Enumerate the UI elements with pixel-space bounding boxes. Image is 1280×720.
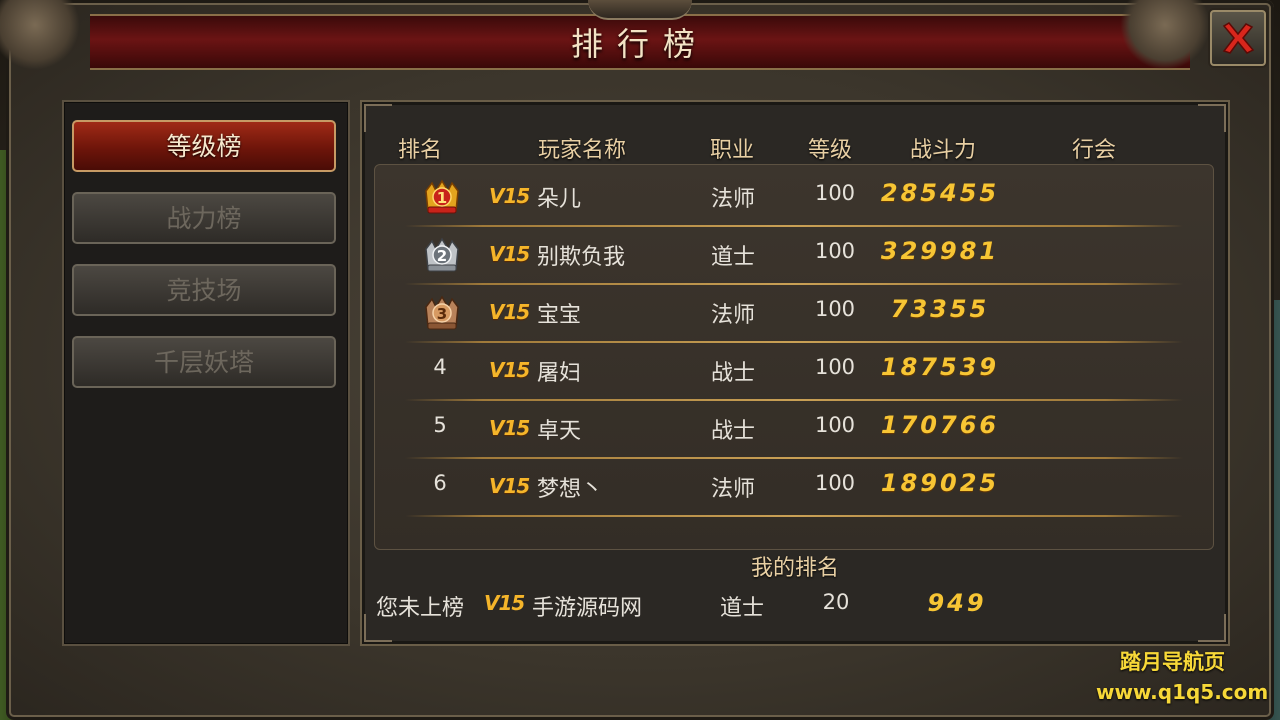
vip-badge: V15 bbox=[489, 416, 530, 440]
player-level: 100 bbox=[814, 239, 856, 263]
corner-fret bbox=[364, 104, 392, 132]
player-name: 梦想丶 bbox=[537, 477, 604, 502]
my-player-level: 20 bbox=[822, 590, 850, 614]
header-rank: 排名 bbox=[398, 138, 443, 163]
player-name: 朵儿 bbox=[537, 187, 582, 212]
bronze-medal-icon: 3 bbox=[425, 295, 459, 330]
silver-medal-icon: 2 bbox=[425, 237, 459, 272]
vip-badge: V15 bbox=[489, 474, 530, 498]
player-power: 187539 bbox=[880, 353, 1000, 381]
player-job: 战士 bbox=[710, 361, 755, 386]
player-level: 100 bbox=[814, 355, 856, 379]
gold-medal-icon: 1 bbox=[425, 179, 459, 214]
player-power: 170766 bbox=[880, 411, 1000, 439]
my-rank-row: 您未上榜 V15 手游源码网 道士 20 949 bbox=[362, 586, 1228, 626]
player-level: 100 bbox=[814, 471, 856, 495]
player-power: 329981 bbox=[880, 237, 1000, 265]
rank-number: 5 bbox=[433, 413, 447, 437]
my-player-name: 手游源码网 bbox=[532, 596, 643, 621]
rank-number: 6 bbox=[433, 471, 447, 495]
player-job: 法师 bbox=[710, 303, 755, 328]
watermark-title: 踏月导航页 bbox=[1120, 650, 1225, 674]
player-name: 屠妇 bbox=[537, 361, 582, 386]
my-player-job: 道士 bbox=[719, 596, 764, 621]
tab-level-ranking[interactable]: 等级榜 bbox=[72, 120, 336, 172]
player-power: 73355 bbox=[890, 295, 990, 323]
vip-badge: V15 bbox=[484, 591, 525, 615]
close-x-icon bbox=[1222, 22, 1255, 54]
player-power: 189025 bbox=[880, 469, 1000, 497]
header-level: 等级 bbox=[808, 138, 853, 163]
player-level: 100 bbox=[814, 297, 856, 321]
player-job: 道士 bbox=[710, 245, 755, 270]
vip-badge: V15 bbox=[489, 358, 530, 382]
header-guild: 行会 bbox=[1072, 138, 1117, 163]
vip-badge: V15 bbox=[489, 242, 530, 266]
category-sidebar: 等级榜 战力榜 竞技场 千层妖塔 bbox=[62, 100, 350, 646]
game-screen: 排行榜 等级榜 战力榜 竞技场 千层妖塔 排名 玩家名称 职业 等级 战斗力 行… bbox=[0, 0, 1280, 720]
my-player-power: 949 bbox=[927, 589, 987, 617]
svg-text:2: 2 bbox=[437, 247, 447, 265]
table-row[interactable]: 3 V15 宝宝 法师 100 73355 bbox=[375, 285, 1213, 343]
table-header: 排名 玩家名称 职业 等级 战斗力 行会 bbox=[362, 132, 1228, 164]
player-job: 法师 bbox=[710, 187, 755, 212]
header-job: 职业 bbox=[710, 138, 755, 163]
vip-badge: V15 bbox=[489, 184, 530, 208]
corner-fret bbox=[1198, 104, 1226, 132]
close-button[interactable] bbox=[1210, 10, 1266, 66]
table-row-partial[interactable] bbox=[375, 517, 1213, 549]
watermark-url: www.q1q5.com bbox=[1096, 680, 1269, 704]
table-row[interactable]: 6 V15 梦想丶 法师 100 189025 bbox=[375, 459, 1213, 517]
player-name: 别欺负我 bbox=[537, 245, 626, 270]
player-job: 战士 bbox=[710, 419, 755, 444]
player-level: 100 bbox=[814, 413, 856, 437]
window-title: 排行榜 bbox=[570, 25, 709, 63]
player-name: 宝宝 bbox=[537, 303, 582, 328]
header-player-name: 玩家名称 bbox=[538, 138, 627, 163]
player-name: 卓天 bbox=[537, 419, 582, 444]
tab-tower-ranking[interactable]: 千层妖塔 bbox=[72, 336, 336, 388]
svg-text:1: 1 bbox=[437, 189, 447, 207]
my-rank-label: 我的排名 bbox=[750, 556, 839, 581]
svg-text:3: 3 bbox=[437, 305, 447, 323]
tab-arena-ranking[interactable]: 竞技场 bbox=[72, 264, 336, 316]
table-row[interactable]: 1 V15 朵儿 法师 100 285455 bbox=[375, 169, 1213, 227]
player-job: 法师 bbox=[710, 477, 755, 502]
player-power: 285455 bbox=[880, 179, 1000, 207]
table-row[interactable]: 2 V15 别欺负我 道士 100 329981 bbox=[375, 227, 1213, 285]
table-row[interactable]: 4 V15 屠妇 战士 100 187539 bbox=[375, 343, 1213, 401]
ranking-panel: 排名 玩家名称 职业 等级 战斗力 行会 1 V15 朵儿 法师 100 285… bbox=[360, 100, 1230, 646]
player-level: 100 bbox=[814, 181, 856, 205]
tab-power-ranking[interactable]: 战力榜 bbox=[72, 192, 336, 244]
ranking-list[interactable]: 1 V15 朵儿 法师 100 285455 2 V15 别欺负我 道士 100… bbox=[374, 164, 1214, 550]
my-rank-status: 您未上榜 bbox=[376, 596, 465, 621]
table-row[interactable]: 5 V15 卓天 战士 100 170766 bbox=[375, 401, 1213, 459]
rank-number: 4 bbox=[433, 355, 447, 379]
header-power: 战斗力 bbox=[910, 138, 977, 163]
vip-badge: V15 bbox=[489, 300, 530, 324]
